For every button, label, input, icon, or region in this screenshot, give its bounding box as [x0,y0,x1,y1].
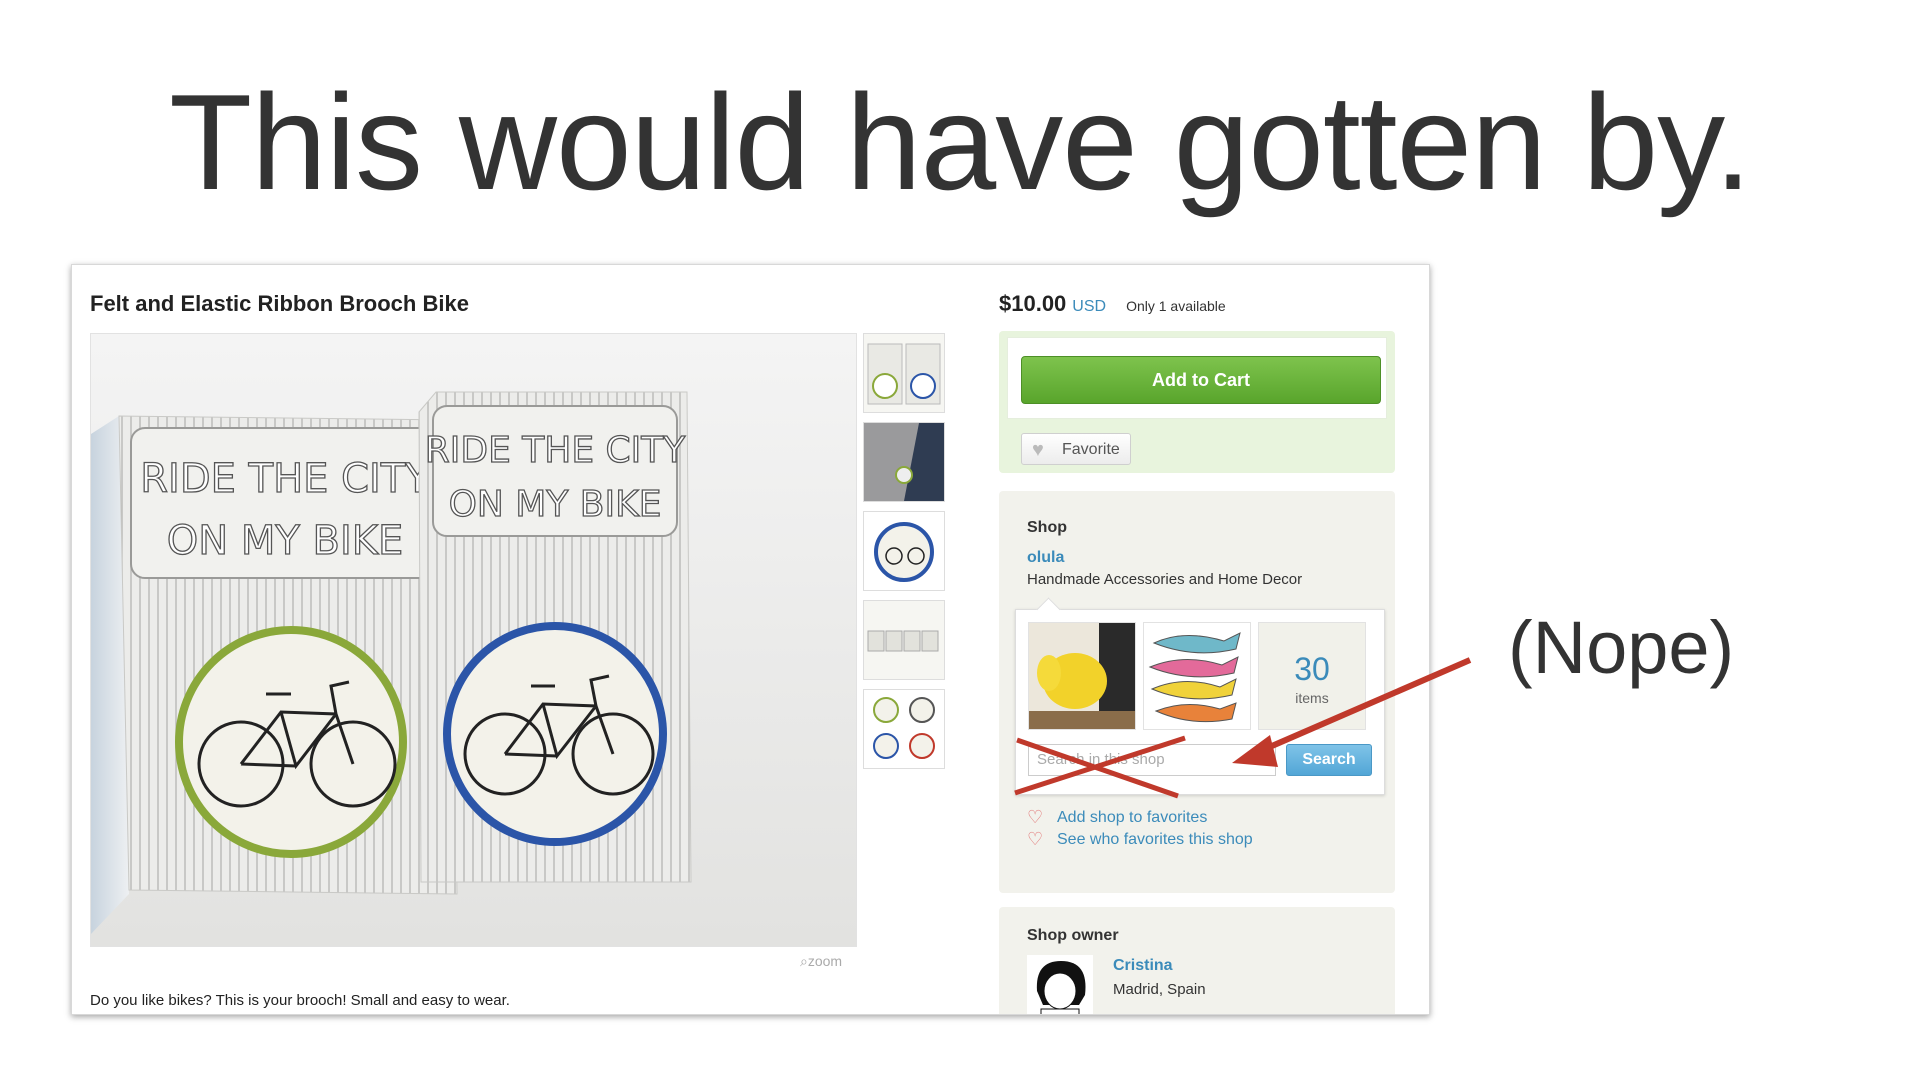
shop-item-thumb-elephant[interactable] [1028,622,1136,730]
add-shop-to-favorites-link[interactable]: Add shop to favorites [1057,809,1207,827]
product-description: Do you like bikes? This is your brooch! … [90,992,510,1009]
slide-title: This would have gotten by. [169,66,1752,218]
shop-search-button[interactable]: Search [1286,744,1372,776]
owner-avatar[interactable] [1027,955,1093,1014]
product-title: Felt and Elastic Ribbon Brooch Bike [90,291,469,316]
thumbnail-3[interactable] [863,511,945,591]
shop-name-link[interactable]: olula [1027,549,1064,567]
owner-location: Madrid, Spain [1113,981,1206,998]
zoom-link[interactable]: ⌕zoom [800,953,842,970]
availability: Only 1 available [1126,298,1226,314]
shop-owner-label: Shop owner [1027,927,1119,944]
heart-icon: ♥ [1032,439,1044,461]
item-count-label: items [1295,690,1329,706]
product-main-image[interactable]: RIDE THE CITY ON MY BIKE RIDE THE CITY O… [90,333,857,947]
card-text-line1: RIDE THE CITY [140,456,430,502]
thumbnail-4[interactable] [863,600,945,680]
card-text-line2: ON MY BIKE [167,518,404,564]
brooch-card-left: RIDE THE CITY ON MY BIKE [118,415,458,895]
magnifier-icon: ⌕ [800,953,808,969]
shop-item-thumb-fish[interactable] [1143,622,1251,730]
brooch-card-right: RIDE THE CITY ON MY BIKE [418,391,692,883]
thumbnail-1[interactable] [863,333,945,413]
card-text-line2-right: ON MY BIKE [449,484,662,525]
shop-item-count[interactable]: 30 items [1258,622,1366,730]
shop-preview-panel: 30 items Search in this shop Search [1015,609,1385,795]
price-row: $10.00 USD Only 1 available [999,291,1226,317]
buy-box: Add to Cart ♥ Favorite [999,331,1395,473]
favorite-button[interactable]: ♥ Favorite [1021,433,1131,465]
owner-name-link[interactable]: Cristina [1113,957,1173,975]
item-count-number: 30 [1294,651,1330,687]
currency[interactable]: USD [1072,298,1106,315]
thumbnail-5[interactable] [863,689,945,769]
card-text-line1-right: RIDE THE CITY [425,430,687,471]
etsy-listing-screenshot: Felt and Elastic Ribbon Brooch Bike RIDE… [71,264,1430,1015]
add-to-cart-button[interactable]: Add to Cart [1021,356,1381,404]
shop-owner-box: Shop owner Cristina Madrid, Spain [999,907,1395,1014]
shop-tagline: Handmade Accessories and Home Decor [1027,571,1303,588]
thumbnail-2[interactable] [863,422,945,502]
annotation-text: (Nope) [1508,606,1735,689]
shop-search-input[interactable]: Search in this shop [1028,744,1276,776]
thumbnail-strip [863,333,945,778]
shop-box: Shop olula Handmade Accessories and Home… [999,491,1395,893]
shop-label: Shop [1027,519,1067,536]
hearts-icon: ♡ [1027,829,1044,849]
heart-outline-icon: ♡ [1027,807,1044,827]
price: $10.00 [999,291,1067,316]
see-who-favorites-link[interactable]: See who favorites this shop [1057,831,1253,849]
